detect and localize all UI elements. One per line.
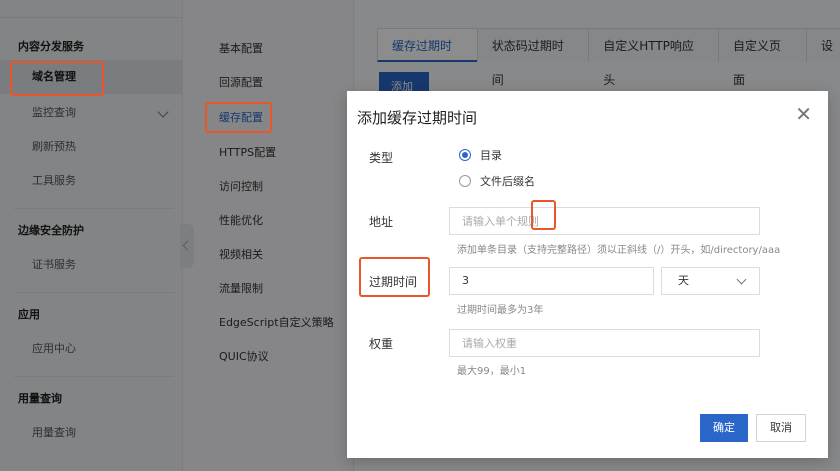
address-input[interactable] <box>449 207 760 235</box>
radio-checked-icon[interactable] <box>459 149 471 161</box>
expire-input[interactable]: 3 <box>449 267 654 295</box>
chevron-down-icon <box>736 274 747 285</box>
highlight-box <box>10 61 104 96</box>
radio-file-suffix[interactable]: 文件后缀名 <box>459 173 535 189</box>
confirm-button[interactable]: 确定 <box>700 414 748 442</box>
radio-label: 文件后缀名 <box>480 175 535 188</box>
close-icon[interactable]: ✕ <box>795 104 812 124</box>
radio-directory[interactable]: 目录 <box>459 147 502 163</box>
address-hint: 添加单条目录（支持完整路径）须以正斜线（/）开头，如/directory/aaa <box>457 245 781 256</box>
highlight-box <box>205 102 272 133</box>
weight-input[interactable] <box>449 329 760 357</box>
address-label: 地址 <box>369 215 394 229</box>
radio-label: 目录 <box>480 149 502 162</box>
dialog-title: 添加缓存过期时间 <box>357 109 478 127</box>
expire-unit-select[interactable]: 天 <box>661 267 760 295</box>
expire-unit-value: 天 <box>678 274 689 287</box>
weight-hint: 最大99，最小1 <box>457 366 527 377</box>
radio-unchecked-icon[interactable] <box>459 175 471 187</box>
cancel-button[interactable]: 取消 <box>756 414 806 442</box>
weight-label: 权重 <box>369 337 394 351</box>
highlight-box <box>531 200 556 230</box>
expire-hint: 过期时间最多为3年 <box>457 305 544 316</box>
type-label: 类型 <box>369 151 394 165</box>
highlight-box <box>359 257 430 297</box>
